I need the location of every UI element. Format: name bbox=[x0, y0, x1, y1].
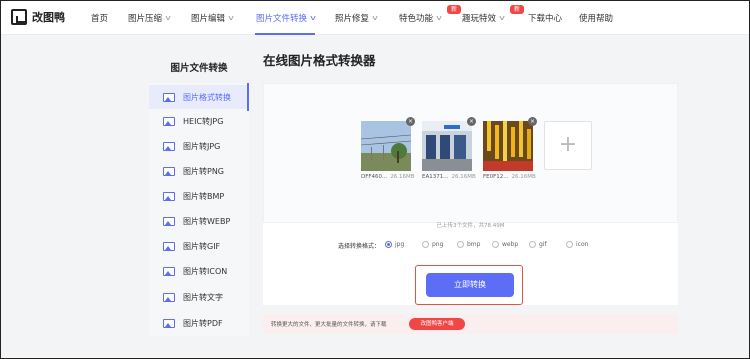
thumbnail-image bbox=[422, 121, 472, 171]
nav-item-help[interactable]: 使用帮助 bbox=[579, 12, 613, 24]
convert-button[interactable]: 立即转换 bbox=[426, 273, 514, 297]
sidebar-item-png[interactable]: 图片转PNG bbox=[149, 159, 249, 183]
chevron-down-icon: v bbox=[499, 14, 506, 22]
sidebar-item-jpg[interactable]: 图片转JPG bbox=[149, 134, 249, 158]
format-option-icon[interactable]: icon bbox=[566, 241, 588, 248]
format-option-webp[interactable]: webp bbox=[492, 241, 518, 248]
radio-icon bbox=[457, 241, 464, 248]
page-title: 在线图片格式转换器 bbox=[263, 53, 376, 68]
nav-item-effects[interactable]: 趣玩特效 v bbox=[462, 12, 506, 24]
format-option-jpg[interactable]: jpg bbox=[385, 241, 404, 248]
image-icon bbox=[163, 191, 175, 201]
radio-icon bbox=[529, 241, 536, 248]
thumbnail-image bbox=[483, 121, 533, 171]
file-label: EA1371... 26.16MB bbox=[422, 174, 476, 180]
file-label: DFF460... 26.16MB bbox=[361, 174, 415, 180]
sidebar-item-pdf[interactable]: 图片转PDF bbox=[149, 311, 249, 335]
nav-item-edit[interactable]: 图片编辑 v bbox=[191, 12, 235, 24]
file-thumbnail: × bbox=[483, 117, 537, 171]
image-icon bbox=[163, 216, 175, 226]
image-icon bbox=[163, 166, 175, 176]
image-icon bbox=[163, 116, 175, 126]
sidebar-title: 图片文件转换 bbox=[170, 63, 228, 74]
nav-item-compress[interactable]: 图片压缩 v bbox=[128, 12, 172, 24]
file-thumbnail: × bbox=[422, 117, 476, 171]
radio-icon bbox=[566, 241, 573, 248]
format-option-bmp[interactable]: bmp bbox=[457, 241, 480, 248]
image-icon bbox=[163, 241, 175, 251]
format-option-gif[interactable]: gif bbox=[529, 241, 547, 248]
chevron-down-icon: v bbox=[165, 14, 172, 22]
new-badge: 新 bbox=[447, 5, 461, 14]
nav-item-features[interactable]: 特色功能 v bbox=[399, 12, 443, 24]
add-file-button[interactable]: + bbox=[544, 121, 592, 170]
image-icon bbox=[163, 141, 175, 151]
sidebar-active-indicator bbox=[247, 83, 249, 111]
chevron-down-icon: v bbox=[228, 14, 235, 22]
radio-checked-icon bbox=[385, 241, 392, 248]
chevron-down-icon: v bbox=[436, 14, 443, 22]
image-icon bbox=[163, 266, 175, 276]
sidebar-item-format-convert[interactable]: 图片格式转换 bbox=[149, 85, 249, 109]
image-icon bbox=[163, 318, 175, 328]
logo-icon bbox=[11, 9, 27, 25]
remove-file-icon[interactable]: × bbox=[528, 117, 537, 126]
upload-info: 已上传3个文件，共78.49M bbox=[436, 223, 505, 229]
file-label: FE0F12... 26.16MB bbox=[483, 174, 536, 180]
download-client-button[interactable]: 改图鸭客户端 bbox=[409, 318, 465, 330]
nav-item-download[interactable]: 下载中心 bbox=[528, 12, 562, 24]
file-thumbnail: × bbox=[360, 117, 415, 171]
download-banner-text: 转换更大的文件、更大批量的文件转换，请下载 bbox=[271, 322, 387, 328]
sidebar-item-text[interactable]: 图片转文字 bbox=[149, 285, 249, 309]
logo-text: 改图鸭 bbox=[32, 11, 65, 24]
sidebar-item-bmp[interactable]: 图片转BMP bbox=[149, 184, 249, 208]
sidebar-item-heic-jpg[interactable]: HEIC转JPG bbox=[149, 109, 249, 133]
chevron-down-icon: v bbox=[372, 14, 379, 22]
sidebar-item-webp[interactable]: 图片转WEBP bbox=[149, 209, 249, 233]
nav-item-home[interactable]: 首页 bbox=[91, 12, 108, 24]
radio-icon bbox=[492, 241, 499, 248]
image-icon bbox=[163, 92, 175, 102]
format-label: 选择转换格式： bbox=[338, 243, 381, 250]
format-option-png[interactable]: png bbox=[422, 241, 443, 248]
logo[interactable]: 改图鸭 bbox=[11, 9, 65, 25]
sidebar-item-icon[interactable]: 图片转ICON bbox=[149, 259, 249, 283]
nav-item-restore[interactable]: 照片修复 v bbox=[335, 12, 379, 24]
sidebar-item-gif[interactable]: 图片转GIF bbox=[149, 234, 249, 258]
remove-file-icon[interactable]: × bbox=[467, 117, 476, 126]
nav-active-underline bbox=[255, 33, 315, 35]
thumbnail-image bbox=[360, 121, 412, 171]
nav-item-convert[interactable]: 图片文件转换 v bbox=[256, 12, 317, 24]
image-icon bbox=[163, 292, 175, 302]
chevron-down-icon: v bbox=[310, 14, 317, 22]
new-badge: 新 bbox=[510, 5, 524, 14]
radio-icon bbox=[422, 241, 429, 248]
remove-file-icon[interactable]: × bbox=[406, 117, 415, 126]
